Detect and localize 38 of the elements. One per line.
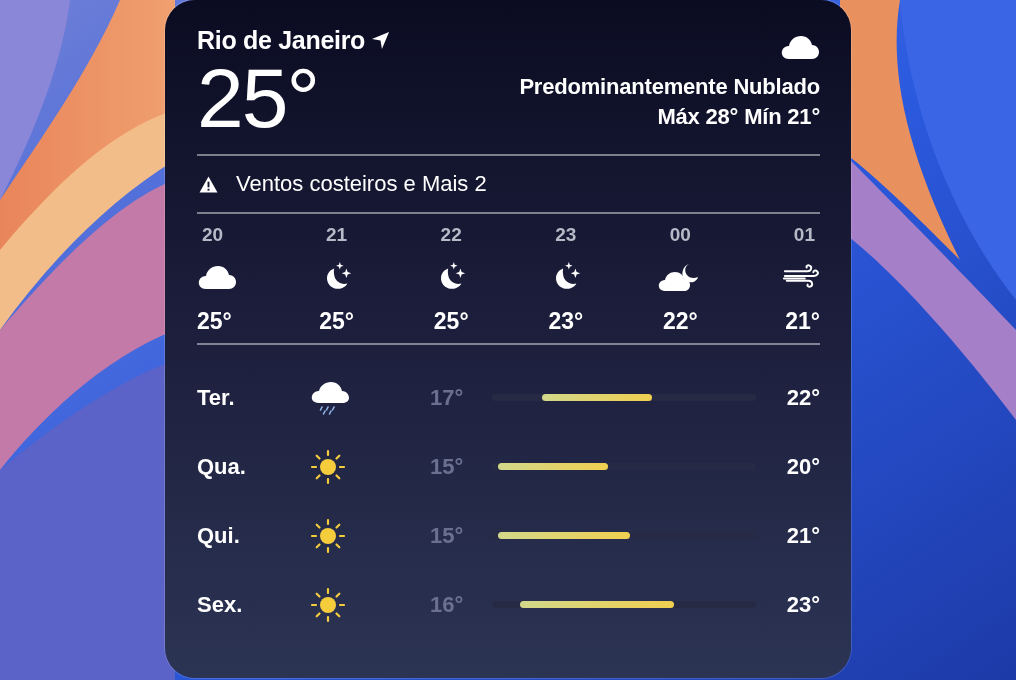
sun-icon bbox=[310, 448, 346, 485]
hour-temperature: 22° bbox=[663, 308, 698, 335]
hour-temperature: 23° bbox=[548, 308, 584, 335]
hour-label: 00 bbox=[668, 224, 692, 246]
warning-icon bbox=[199, 175, 218, 193]
day-label: Sex. bbox=[197, 591, 244, 618]
day-label: Qua. bbox=[197, 453, 247, 480]
condition-text: Predominantemente Nublado bbox=[519, 74, 820, 100]
cloud-icon bbox=[197, 264, 237, 290]
hour-label: 01 bbox=[792, 224, 816, 246]
day-label: Qui. bbox=[197, 522, 241, 549]
hour-label: 20 bbox=[201, 224, 225, 246]
hour-temperature: 25° bbox=[197, 308, 232, 335]
location-arrow-icon bbox=[371, 31, 391, 50]
high-temperature: 23° bbox=[786, 591, 820, 618]
current-temperature: 25° bbox=[197, 56, 319, 140]
hour-temperature: 21° bbox=[785, 308, 820, 335]
low-temperature: 16° bbox=[430, 591, 465, 618]
high-temperature: 22° bbox=[786, 384, 820, 411]
hour-label: 21 bbox=[325, 224, 349, 246]
city-name: Rio de Janeiro bbox=[197, 26, 366, 55]
hour-temperature: 25° bbox=[433, 308, 469, 335]
high-temperature: 21° bbox=[786, 522, 820, 549]
hour-label: 22 bbox=[439, 224, 463, 246]
low-temperature: 15° bbox=[430, 522, 465, 549]
day-label: Ter. bbox=[197, 384, 236, 411]
low-temperature: 15° bbox=[430, 453, 465, 480]
hour-temperature: 25° bbox=[319, 308, 354, 335]
sun-icon bbox=[310, 517, 346, 554]
hour-label: 23 bbox=[554, 224, 578, 246]
high-low-text: Máx 28° Mín 21° bbox=[657, 104, 820, 130]
weather-alert[interactable]: Ventos costeiros e Mais 2 bbox=[236, 171, 487, 197]
rain-cloud-icon bbox=[310, 380, 350, 415]
sun-icon bbox=[310, 586, 346, 623]
low-temperature: 17° bbox=[430, 384, 465, 411]
wind-icon bbox=[781, 263, 820, 291]
high-temperature: 20° bbox=[786, 453, 820, 480]
cloud-icon bbox=[780, 34, 820, 60]
